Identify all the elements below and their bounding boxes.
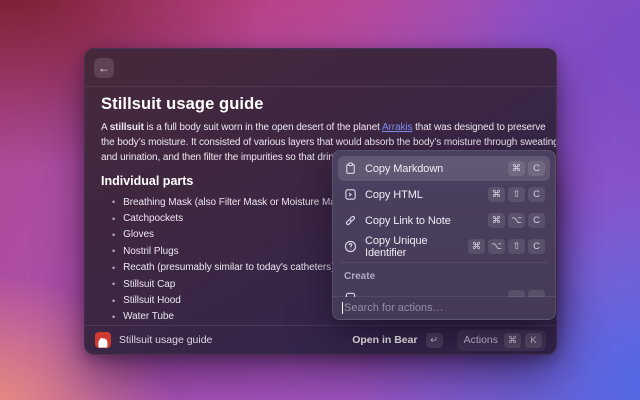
option-key-badge: ⌥ xyxy=(488,239,505,254)
cmd-key-badge: ⌘ xyxy=(488,187,505,202)
shift-key-badge: ⇧ xyxy=(508,239,525,254)
list-item-label: Breathing Mask (also Filter Mask or Mois… xyxy=(123,197,349,208)
list-item-label: Nostril Plugs xyxy=(123,246,178,257)
desktop-background: ← Stillsuit usage guide A stillsuit is a… xyxy=(0,0,640,400)
c-key-badge: C xyxy=(528,213,545,228)
bullet-icon: • xyxy=(112,279,115,289)
question-circle-icon xyxy=(343,240,357,254)
menu-divider xyxy=(340,262,548,263)
bear-app-icon xyxy=(95,332,111,348)
shortcut-keys: ⌘ ⌥ C xyxy=(488,213,545,228)
cmd-key-badge: ⌘ xyxy=(508,161,525,176)
k-key-badge: K xyxy=(525,333,542,348)
search-input[interactable] xyxy=(344,302,546,314)
open-in-bear-button[interactable]: Open in Bear xyxy=(352,334,417,346)
actions-menu: Copy Markdown ⌘ C Copy HTML ⌘ ⇧ C xyxy=(332,150,556,320)
bold-text: stillsuit xyxy=(110,122,144,133)
c-key-badge: C xyxy=(528,187,545,202)
actions-button[interactable]: Actions ⌘ K xyxy=(457,330,546,351)
link-icon xyxy=(343,214,357,228)
window-header: ← xyxy=(85,49,556,87)
footer-bar: Stillsuit usage guide Open in Bear ↵ Act… xyxy=(85,325,556,354)
back-arrow-icon: ← xyxy=(98,61,110,75)
page-title: Stillsuit usage guide xyxy=(101,95,540,114)
back-button[interactable]: ← xyxy=(94,58,114,78)
bullet-icon: • xyxy=(112,197,115,207)
menu-item-copy-markdown[interactable]: Copy Markdown ⌘ C xyxy=(338,156,550,181)
footer-note-title: Stillsuit usage guide xyxy=(119,334,344,346)
menu-item-label: Copy Link to Note xyxy=(365,215,480,227)
text-run: that was designed to preserve xyxy=(412,122,545,133)
shift-key-badge: ⇧ xyxy=(508,187,525,202)
menu-item-copy-unique-identifier[interactable]: Copy Unique Identifier ⌘ ⌥ ⇧ C xyxy=(338,234,550,259)
text-run: is a full body suit worn in the open des… xyxy=(144,122,382,133)
menu-search-row xyxy=(333,296,555,319)
bullet-icon: • xyxy=(112,230,115,240)
cmd-key-badge: ⌘ xyxy=(504,333,521,348)
menu-item-label: Copy Unique Identifier xyxy=(365,235,460,259)
list-item-label: Gloves xyxy=(123,229,154,240)
list-item-label: Stillsuit Cap xyxy=(123,279,175,290)
bullet-icon: • xyxy=(112,214,115,224)
menu-section-create: Create xyxy=(338,266,550,285)
list-item-label: Catchpockets xyxy=(123,213,183,224)
paragraph-line-1: A stillsuit is a full body suit worn in … xyxy=(101,120,540,135)
list-item-label: Stillsuit Hood xyxy=(123,295,181,306)
list-item-label: Water Tube xyxy=(123,311,174,322)
c-key-badge: C xyxy=(528,239,545,254)
paragraph-line-2: the body’s moisture. It consisted of var… xyxy=(101,135,540,150)
menu-item-label: Copy HTML xyxy=(365,189,480,201)
option-key-badge: ⌥ xyxy=(508,213,525,228)
arrakis-link[interactable]: Arrakis xyxy=(382,122,412,133)
menu-item-copy-html[interactable]: Copy HTML ⌘ ⇧ C xyxy=(338,182,550,207)
shortcut-keys: ⌘ ⇧ C xyxy=(488,187,545,202)
actions-label: Actions xyxy=(464,334,498,346)
list-item-label: Recath (presumably similar to today's ca… xyxy=(123,262,334,273)
bullet-icon: • xyxy=(112,296,115,306)
text-run: A xyxy=(101,122,110,133)
actions-menu-list: Copy Markdown ⌘ C Copy HTML ⌘ ⇧ C xyxy=(333,151,555,297)
bullet-icon: • xyxy=(112,263,115,273)
cmd-key-badge: ⌘ xyxy=(468,239,485,254)
return-key-badge: ↵ xyxy=(426,333,443,348)
bullet-icon: • xyxy=(112,312,115,322)
shortcut-keys: ⌘ ⌥ ⇧ C xyxy=(468,239,545,254)
code-block-icon xyxy=(343,188,357,202)
c-key-badge: C xyxy=(528,161,545,176)
bullet-icon: • xyxy=(112,246,115,256)
cmd-key-badge: ⌘ xyxy=(488,213,505,228)
text-caret xyxy=(342,302,343,314)
clipboard-icon xyxy=(343,162,357,176)
shortcut-keys: ⌘ C xyxy=(508,161,545,176)
menu-item-label: Copy Markdown xyxy=(365,163,500,175)
menu-item-copy-link-to-note[interactable]: Copy Link to Note ⌘ ⌥ C xyxy=(338,208,550,233)
